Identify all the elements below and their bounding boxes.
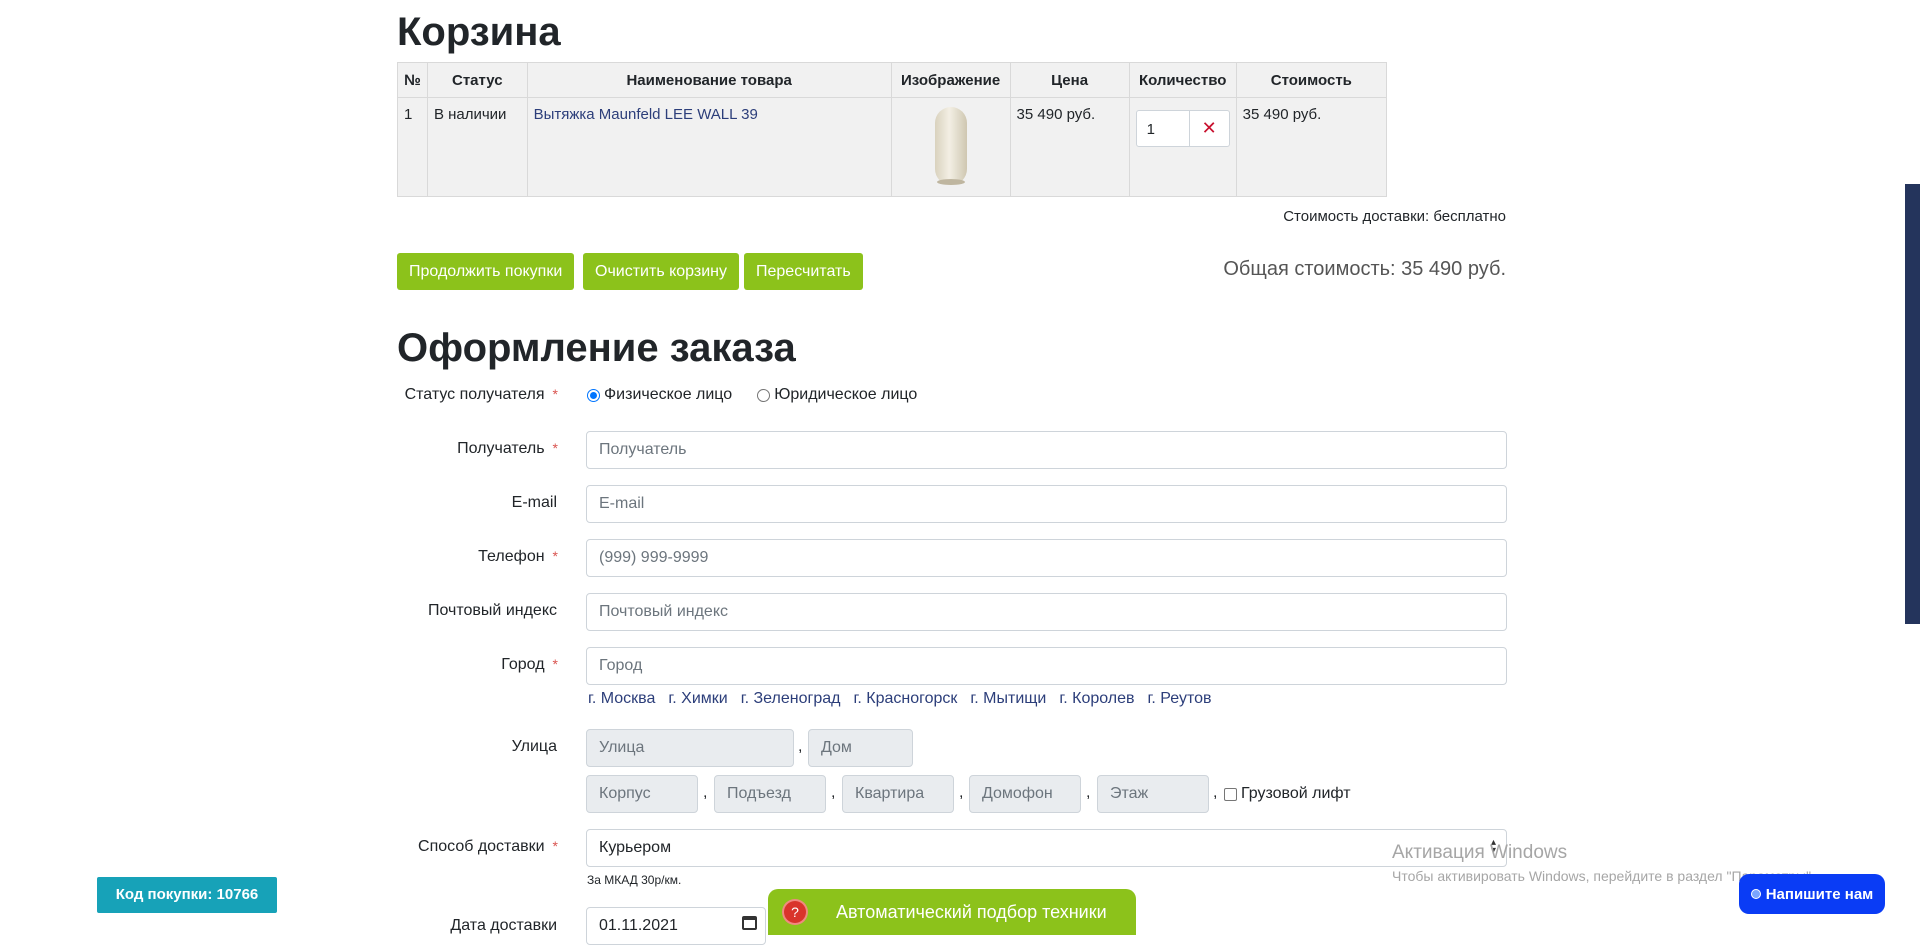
delivery-hint: За МКАД 30р/км. <box>587 873 682 887</box>
city-link-moscow[interactable]: г. Москва <box>588 690 655 708</box>
order-total: Общая стоимость: 35 490 руб. <box>1223 258 1506 280</box>
radio-individual-label[interactable]: Физическое лицо <box>604 386 732 404</box>
column-header-number: № <box>397 62 428 98</box>
chat-button-label: Напишите нам <box>1765 885 1874 903</box>
city-link-krasnogorsk[interactable]: г. Красногорск <box>853 690 957 708</box>
postcode-label: Почтовый индекс <box>428 602 557 619</box>
street-input[interactable]: Улица <box>586 729 794 767</box>
column-header-price: Цена <box>1009 62 1130 98</box>
required-marker: * <box>552 440 558 456</box>
item-status: В наличии <box>426 97 528 197</box>
recipient-label-text: Получатель <box>457 440 545 457</box>
auto-pick-label: Автоматический подбор техники <box>836 901 1107 922</box>
delivery-date-input[interactable]: 01.11.2021 <box>586 907 766 945</box>
email-field[interactable]: E-mail <box>586 485 1507 523</box>
required-marker: * <box>552 838 558 854</box>
column-header-quantity: Количество <box>1128 62 1237 98</box>
apartment-input[interactable]: Квартира <box>842 775 954 813</box>
cart-title: Корзина <box>397 10 561 54</box>
column-header-total: Стоимость <box>1235 62 1388 98</box>
required-marker: * <box>552 548 558 564</box>
checkout-title: Оформление заказа <box>397 326 796 370</box>
delivery-method-label: Способ доставки * <box>418 838 558 856</box>
cargo-lift-option[interactable]: Грузовой лифт <box>1224 785 1351 803</box>
table-row: 1 В наличии Вытяжка Maunfeld LEE WALL 39 <box>397 97 1388 197</box>
chat-status-icon <box>1750 889 1761 899</box>
recipient-label: Получатель * <box>457 440 558 458</box>
city-link-khimki[interactable]: г. Химки <box>668 690 727 708</box>
recipient-status-radio-group: Физическое лицо Юридическое лицо <box>587 386 917 404</box>
street-label: Улица <box>511 738 557 755</box>
item-number: 1 <box>397 97 428 197</box>
separator-comma: , <box>1213 784 1218 801</box>
phone-input[interactable]: (999) 999-9999 <box>586 539 1507 577</box>
required-marker: * <box>552 656 558 672</box>
cargo-lift-checkbox[interactable] <box>1224 787 1237 801</box>
delivery-cost: Стоимость доставки: бесплатно <box>1283 208 1506 225</box>
recipient-status-label-text: Статус получателя <box>404 386 545 403</box>
cart-table: № Статус Наименование товара Изображение… <box>397 62 1388 197</box>
auto-pick-widget[interactable]: ? Автоматический подбор техники <box>768 889 1136 935</box>
recalculate-button[interactable]: Пересчитать <box>744 253 863 290</box>
delivery-method-select[interactable]: Курьером ▴ ▾ <box>586 829 1507 867</box>
city-label-text: Город <box>501 656 545 673</box>
delivery-method-value: Курьером <box>599 839 672 856</box>
separator-comma: , <box>959 784 964 801</box>
scrollbar-thumb[interactable] <box>1905 184 1920 624</box>
column-header-name: Наименование товара <box>526 62 892 98</box>
quantity-input[interactable]: 1 <box>1135 110 1190 147</box>
separator-comma: , <box>703 784 708 801</box>
remove-item-icon[interactable]: ✕ <box>1189 110 1230 147</box>
city-input[interactable]: Город <box>586 647 1507 685</box>
delivery-method-label-text: Способ доставки <box>418 838 545 855</box>
house-input[interactable]: Дом <box>808 729 913 767</box>
delivery-date-label: Дата доставки <box>450 917 557 934</box>
city-link-reutov[interactable]: г. Реутов <box>1148 690 1212 708</box>
chat-button[interactable]: Напишите нам <box>1739 874 1885 914</box>
purchase-code-badge[interactable]: Код покупки: 10766 <box>97 877 277 913</box>
cargo-lift-label[interactable]: Грузовой лифт <box>1241 785 1351 803</box>
radio-legal-entity-label[interactable]: Юридическое лицо <box>774 386 917 404</box>
entrance-input[interactable]: Подъезд <box>714 775 826 813</box>
building-input[interactable]: Корпус <box>586 775 698 813</box>
radio-legal-entity[interactable] <box>757 388 771 402</box>
recipient-input[interactable]: Получатель <box>586 431 1507 469</box>
email-label: E-mail <box>511 494 557 511</box>
phone-label-text: Телефон <box>478 548 545 565</box>
continue-shopping-button[interactable]: Продолжить покупки <box>397 253 575 290</box>
floor-input[interactable]: Этаж <box>1097 775 1209 813</box>
city-label: Город * <box>501 656 558 674</box>
column-header-status: Статус <box>426 62 528 98</box>
item-name-link[interactable]: Вытяжка Maunfeld LEE WALL 39 <box>534 106 758 123</box>
watermark-title: Активация Windows <box>1392 842 1568 863</box>
separator-comma: , <box>798 738 803 755</box>
city-link-zelenograd[interactable]: г. Зеленоград <box>741 690 841 708</box>
cart-header-row: № Статус Наименование товара Изображение… <box>397 62 1388 98</box>
required-marker: * <box>552 386 558 402</box>
column-header-image: Изображение <box>890 62 1011 98</box>
item-price: 35 490 руб. <box>1009 97 1130 197</box>
city-link-mytishchi[interactable]: г. Мытищи <box>970 690 1046 708</box>
recipient-status-label: Статус получателя * <box>405 386 558 404</box>
intercom-input[interactable]: Домофон <box>969 775 1081 813</box>
separator-comma: , <box>831 784 836 801</box>
clear-cart-button[interactable]: Очистить корзину <box>583 253 739 290</box>
phone-label: Телефон * <box>478 548 558 566</box>
separator-comma: , <box>1086 784 1091 801</box>
delivery-date-value: 01.11.2021 <box>599 917 678 934</box>
radio-individual[interactable] <box>587 388 600 402</box>
postcode-input[interactable]: Почтовый индекс <box>586 593 1507 631</box>
question-icon: ? <box>784 901 806 923</box>
item-total: 35 490 руб. <box>1235 97 1388 197</box>
city-link-korolev[interactable]: г. Королев <box>1059 690 1134 708</box>
calendar-icon[interactable] <box>742 916 757 930</box>
product-image[interactable] <box>931 106 971 188</box>
city-quick-links: г. Москва г. Химки г. Зеленоград г. Крас… <box>588 690 1212 708</box>
